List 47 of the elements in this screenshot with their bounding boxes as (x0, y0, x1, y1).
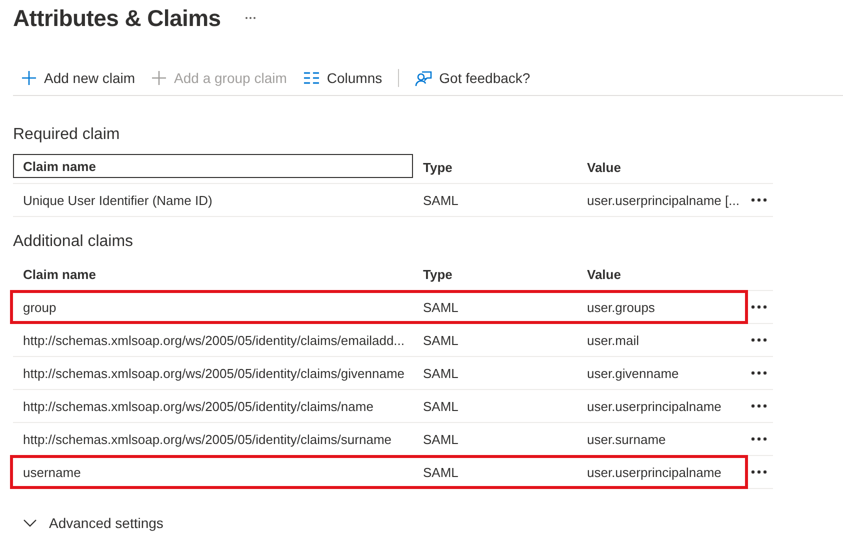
section-title: Additional claims (13, 232, 134, 252)
table-cell-text: SAML (422, 364, 460, 382)
table-cell-text: user.mail (586, 332, 640, 350)
page-title: Attributes & Claims (13, 4, 221, 32)
plus-icon (151, 70, 168, 86)
table-cell-text: http://schemas.xmlsoap.org/ws/2005/05/identity/claims/givenname (22, 364, 406, 383)
more-icon (751, 470, 767, 474)
table-cell-text: user.userprincipalname (586, 398, 722, 416)
more-icon (751, 404, 767, 408)
table-cell-text: SAML (422, 192, 460, 210)
section-title: Required claim (13, 125, 121, 145)
table-cell-text: user.userprincipalname [... (586, 192, 740, 210)
table-cell-text: Unique User Identifier (Name ID) (22, 192, 214, 210)
more-icon (751, 437, 767, 441)
more-icon (751, 338, 767, 342)
feedback-icon (415, 70, 432, 86)
column-header[interactable]: Value (577, 261, 745, 287)
chevron-icon (23, 519, 37, 527)
table-cell-text: username (22, 464, 82, 482)
table-cell-text: http://schemas.xmlsoap.org/ws/2005/05/identity/claims/surname (22, 430, 393, 449)
column-header[interactable]: Claim name (13, 261, 413, 287)
plus-icon (21, 70, 37, 86)
more-icon (751, 198, 767, 202)
column-header[interactable]: Type (413, 154, 577, 180)
advanced-settings-toggle[interactable]: Advanced settings (13, 515, 164, 531)
toolbar-button[interactable]: Add new claim (13, 62, 144, 94)
table-cell-text: SAML (422, 464, 460, 482)
table-cell-text: SAML (422, 398, 460, 416)
table-cell-text: user.userprincipalname (586, 464, 722, 482)
columns-icon (302, 71, 320, 85)
column-header[interactable]: Value (577, 154, 745, 180)
table-cell-text: http://schemas.xmlsoap.org/ws/2005/05/identity/claims/name (22, 398, 374, 416)
column-header[interactable]: Type (413, 261, 577, 287)
table-cell-text: http://schemas.xmlsoap.org/ws/2005/05/identity/claims/emailadd... (22, 332, 406, 350)
more-icon[interactable] (244, 16, 256, 20)
more-icon (751, 371, 767, 375)
table-cell-text: SAML (422, 430, 460, 448)
table-cell-text: user.surname (586, 430, 667, 448)
table-cell-text: user.givenname (586, 364, 680, 383)
table-cell-text: SAML (422, 298, 460, 316)
table-cell-text: group (22, 298, 58, 317)
table-cell-text: user.groups (586, 298, 656, 317)
column-header[interactable]: Claim name (13, 154, 413, 178)
toolbar-button[interactable]: Got feedback? (407, 62, 538, 94)
more-icon (751, 305, 767, 309)
toolbar-button[interactable]: Columns (294, 62, 390, 94)
table-cell-text: SAML (422, 332, 460, 350)
